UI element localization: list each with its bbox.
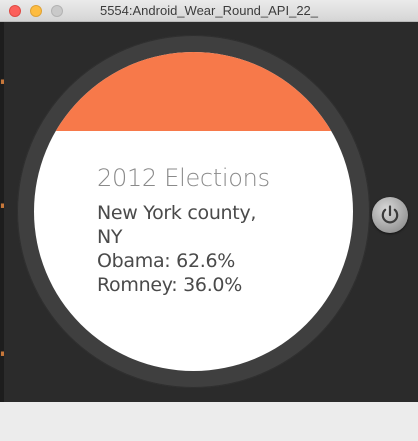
card-line-county: New York county, — [97, 202, 257, 224]
emulator-window: 5554:Android_Wear_Round_API_22_ ▪ ▪ ▪ 20… — [0, 0, 418, 441]
card-header-band — [34, 52, 353, 131]
partial-glyph: ▪ — [0, 202, 4, 211]
partial-glyph: ▪ — [0, 350, 4, 359]
card-line-state: NY — [97, 226, 123, 248]
election-card[interactable]: 2012 Elections New York county, NY Obama… — [97, 163, 337, 297]
power-icon — [381, 205, 399, 224]
power-button[interactable] — [372, 197, 408, 233]
card-line-obama: Obama: 62.6% — [97, 250, 236, 272]
watch-screen[interactable]: 2012 Elections New York county, NY Obama… — [34, 52, 353, 371]
title-bar[interactable]: 5554:Android_Wear_Round_API_22_ — [0, 0, 418, 22]
card-line-romney: Romney: 36.0% — [97, 274, 242, 296]
window-title: 5554:Android_Wear_Round_API_22_ — [99, 3, 319, 18]
card-title: 2012 Elections — [97, 164, 270, 192]
background-window-edge: ▪ ▪ ▪ — [0, 22, 4, 402]
window-bottom-area — [0, 402, 418, 441]
partial-glyph: ▪ — [0, 78, 4, 87]
